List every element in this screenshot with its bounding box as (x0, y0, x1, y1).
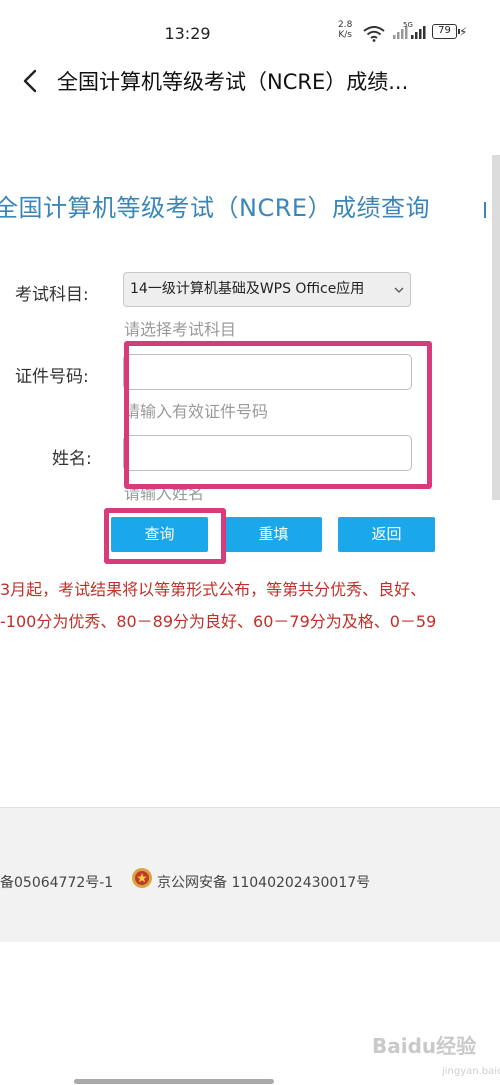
footer: 备05064772号-1 京公网安备 11040202430017号 (0, 807, 500, 942)
status-bar: 13:29 2.8 K/s 5G 79 ⚡ (0, 0, 500, 60)
back-arrow-icon[interactable] (20, 68, 44, 94)
chevron-down-icon (394, 287, 404, 293)
network-speed: 2.8 K/s (338, 20, 352, 40)
network-speed-unit: K/s (338, 30, 352, 40)
name-label: 姓名: (52, 449, 92, 469)
name-input[interactable] (123, 435, 412, 471)
battery-icon: 79 (432, 24, 460, 39)
id-number-hint: 请输入有效证件号码 (124, 402, 269, 421)
header-title: 全国计算机等级考试（NCRE）成绩查询 (0, 194, 431, 222)
wifi-icon (363, 26, 385, 42)
watermark-sub: jingyan.baidu.com (442, 1066, 500, 1077)
police-badge-icon (132, 868, 152, 888)
query-button[interactable]: 查询 (111, 517, 208, 552)
network-speed-value: 2.8 (338, 20, 353, 30)
notice-line-2: -100分为优秀、80－89分为良好、60－79分为及格、0－59 (0, 612, 437, 631)
subject-label: 考试科目: (15, 285, 89, 305)
page: 13:29 2.8 K/s 5G 79 ⚡ 全国计算机等级考试（NCRE）成绩.… (0, 0, 500, 1085)
back-button[interactable]: 返回 (338, 517, 435, 552)
icp-record[interactable]: 备05064772号-1 (0, 872, 113, 892)
name-hint: 请输入姓名 (124, 484, 205, 503)
header-divider (484, 202, 486, 218)
page-title: 全国计算机等级考试（NCRE）成绩... (57, 70, 409, 94)
subject-select-value: 14一级计算机基础及WPS Office应用 (130, 281, 365, 297)
police-record[interactable]: 京公网安备 11040202430017号 (157, 872, 370, 892)
subject-hint: 请选择考试科目 (124, 320, 237, 339)
charging-icon: ⚡ (459, 25, 468, 39)
status-time: 13:29 (164, 24, 211, 43)
home-indicator[interactable] (74, 1079, 274, 1084)
watermark: Baidu经验 (372, 1034, 477, 1058)
id-number-label: 证件号码: (15, 367, 89, 387)
id-number-input[interactable] (123, 354, 412, 390)
network-type: 5G (403, 21, 413, 29)
notice-line-1: 3月起，考试结果将以等第形式公布，等第共分优秀、良好、 (0, 580, 427, 599)
title-bar: 全国计算机等级考试（NCRE）成绩... (0, 60, 500, 102)
subject-select[interactable]: 14一级计算机基础及WPS Office应用 (123, 272, 411, 307)
reset-button[interactable]: 重填 (225, 517, 322, 552)
scrollbar[interactable] (492, 155, 500, 500)
